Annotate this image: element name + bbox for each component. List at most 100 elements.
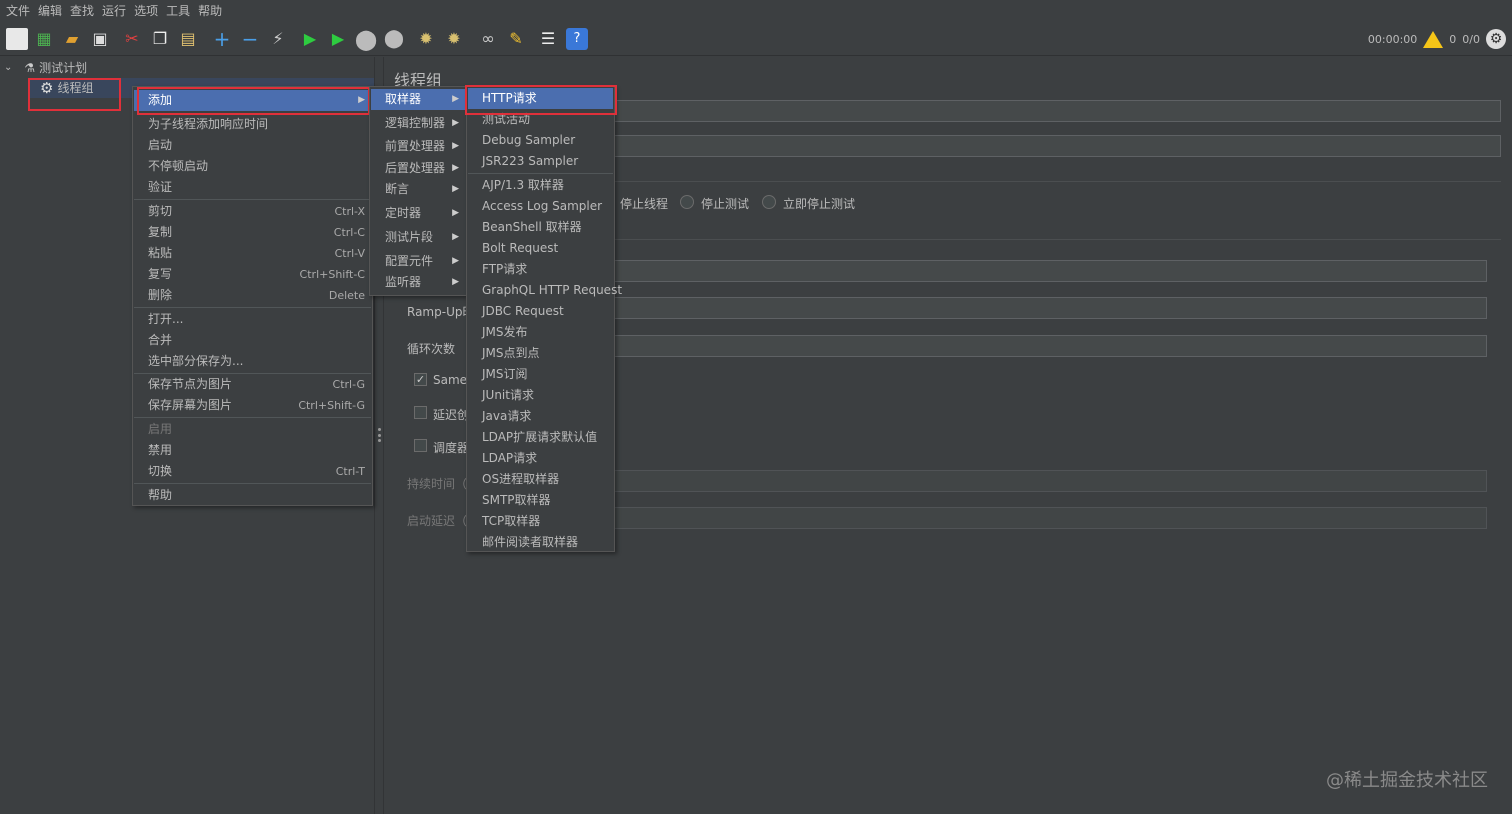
sampler-ldap-ext[interactable]: LDAP扩展请求默认值 <box>468 427 613 448</box>
radio-stop-test[interactable] <box>680 195 694 209</box>
sampler-junit[interactable]: JUnit请求 <box>468 385 613 406</box>
radio-stop-now[interactable] <box>762 195 776 209</box>
toggle-icon[interactable]: ⚡ <box>267 28 289 50</box>
sampler-jms-p2p[interactable]: JMS点到点 <box>468 343 613 364</box>
menu-item-copy[interactable]: 复制 Ctrl-C <box>134 222 371 243</box>
sampler-graphql[interactable]: GraphQL HTTP Request <box>468 280 622 301</box>
menu-item-label: Access Log Sampler <box>482 199 603 213</box>
submenu-item-config-element[interactable]: 配置元件 ▶ <box>371 251 465 272</box>
name-field[interactable] <box>610 100 1501 122</box>
menu-separator <box>134 307 371 308</box>
sampler-ftp[interactable]: FTP请求 <box>468 259 613 280</box>
menu-item-label: 邮件阅读者取样器 <box>482 535 579 549</box>
sampler-smtp[interactable]: SMTP取样器 <box>468 490 613 511</box>
sampler-tcp[interactable]: TCP取样器 <box>468 511 613 532</box>
threads-field[interactable] <box>610 260 1487 282</box>
menu-help[interactable]: 帮助 <box>194 0 226 22</box>
paste-icon[interactable]: ▤ <box>177 28 199 50</box>
sampler-bolt[interactable]: Bolt Request <box>468 238 613 259</box>
menu-item-merge[interactable]: 合并 <box>134 330 371 351</box>
scheduler-checkbox[interactable] <box>414 439 427 452</box>
open-icon[interactable]: ▰ <box>61 28 83 50</box>
drag-handle-icon[interactable] <box>378 428 381 442</box>
cut-icon[interactable]: ✂ <box>121 28 143 50</box>
menu-item-add-response-time[interactable]: 为子线程添加响应时间 <box>134 114 371 135</box>
menu-item-cut[interactable]: 剪切 Ctrl-X <box>134 201 371 222</box>
submenu-item-assertion[interactable]: 断言 ▶ <box>371 179 465 200</box>
sampler-debug[interactable]: Debug Sampler <box>468 130 613 151</box>
loop-field[interactable] <box>610 335 1487 357</box>
copy-icon[interactable]: ❐ <box>149 28 171 50</box>
arrow-right-icon: ▶ <box>452 94 459 104</box>
sampler-ajp[interactable]: AJP/1.3 取样器 <box>468 175 613 196</box>
duration-field[interactable] <box>610 470 1487 492</box>
search-icon[interactable]: ∞ <box>477 28 499 50</box>
menu-item-disable[interactable]: 禁用 <box>134 440 371 461</box>
menu-item-open[interactable]: 打开... <box>134 309 371 330</box>
collapse-icon[interactable]: − <box>239 28 261 50</box>
submenu-item-test-fragment[interactable]: 测试片段 ▶ <box>371 227 465 248</box>
new-icon[interactable] <box>6 28 28 50</box>
submenu-item-timer[interactable]: 定时器 ▶ <box>371 203 465 224</box>
same-user-checkbox[interactable]: ✓ <box>414 373 427 386</box>
delay-checkbox[interactable] <box>414 406 427 419</box>
menu-item-label: OS进程取样器 <box>482 472 560 486</box>
help-icon[interactable]: ? <box>566 28 588 50</box>
sampler-jsr223[interactable]: JSR223 Sampler <box>468 151 613 172</box>
sampler-mail-reader[interactable]: 邮件阅读者取样器 <box>468 532 613 553</box>
clear-icon[interactable]: ✹ <box>415 28 437 50</box>
menu-item-save-selection[interactable]: 选中部分保存为... <box>134 351 371 372</box>
start-no-pause-icon[interactable]: ▶ <box>327 28 349 50</box>
submenu-item-listener[interactable]: 监听器 ▶ <box>371 272 465 293</box>
menu-item-duplicate[interactable]: 复写 Ctrl+Shift-C <box>134 264 371 285</box>
sampler-jms-subscribe[interactable]: JMS订阅 <box>468 364 613 385</box>
sampler-java[interactable]: Java请求 <box>468 406 613 427</box>
timer: 00:00:00 <box>1367 32 1418 46</box>
menu-item-start-no-pause[interactable]: 不停顿启动 <box>134 156 371 177</box>
tree-root[interactable]: ⌄ ⚗ 测试计划 <box>4 58 87 78</box>
menu-item-validate[interactable]: 验证 <box>134 177 371 198</box>
chevron-down-icon[interactable]: ⌄ <box>4 58 12 78</box>
function-helper-icon[interactable]: ☰ <box>537 28 559 50</box>
menu-item-help[interactable]: 帮助 <box>134 485 371 506</box>
menu-run[interactable]: 运行 <box>98 0 130 22</box>
menu-item-paste[interactable]: 粘贴 Ctrl-V <box>134 243 371 264</box>
submenu-item-logic-controller[interactable]: 逻辑控制器 ▶ <box>371 113 465 134</box>
menu-search[interactable]: 查找 <box>66 0 98 22</box>
menu-tools[interactable]: 工具 <box>162 0 194 22</box>
shutdown-icon[interactable]: ⬤ <box>383 28 405 50</box>
comment-field[interactable] <box>610 135 1501 157</box>
submenu-item-post-processor[interactable]: 后置处理器 ▶ <box>371 158 465 179</box>
warning-icon[interactable] <box>1423 30 1444 48</box>
remote-gear-icon[interactable]: ⚙ <box>1486 29 1506 49</box>
sampler-beanshell[interactable]: BeanShell 取样器 <box>468 217 613 238</box>
stop-icon[interactable]: ⬤ <box>355 28 377 50</box>
sampler-ldap[interactable]: LDAP请求 <box>468 448 613 469</box>
menu-item-label: 选中部分保存为... <box>148 354 244 368</box>
templates-icon[interactable]: ▦ <box>33 28 55 50</box>
start-icon[interactable]: ▶ <box>299 28 321 50</box>
submenu-item-sampler[interactable]: 取样器 ▶ <box>371 89 465 110</box>
menu-file[interactable]: 文件 <box>2 0 34 22</box>
menu-edit[interactable]: 编辑 <box>34 0 66 22</box>
menu-item-delete[interactable]: 删除 Delete <box>134 285 371 306</box>
startup-delay-field[interactable] <box>610 507 1487 529</box>
highlight-box-thread-group <box>28 78 121 111</box>
clear-all-icon[interactable]: ✹ <box>443 28 465 50</box>
sampler-access-log[interactable]: Access Log Sampler <box>468 196 613 217</box>
menu-item-save-node-image[interactable]: 保存节点为图片 Ctrl-G <box>134 374 371 395</box>
sampler-os-process[interactable]: OS进程取样器 <box>468 469 613 490</box>
sampler-jms-publish[interactable]: JMS发布 <box>468 322 613 343</box>
ramp-up-field[interactable] <box>610 297 1487 319</box>
watermark: @稀土掘金技术社区 <box>1326 770 1488 791</box>
submenu-item-pre-processor[interactable]: 前置处理器 ▶ <box>371 136 465 157</box>
reset-search-icon[interactable]: ✎ <box>505 28 527 50</box>
menu-options[interactable]: 选项 <box>130 0 162 22</box>
sampler-jdbc[interactable]: JDBC Request <box>468 301 613 322</box>
expand-icon[interactable]: + <box>211 28 233 50</box>
menu-item-start[interactable]: 启动 <box>134 135 371 156</box>
menu-item-toggle[interactable]: 切换 Ctrl-T <box>134 461 371 482</box>
menu-item-label: 剪切 <box>148 204 173 218</box>
save-icon[interactable]: ▣ <box>89 28 111 50</box>
menu-item-save-screen-image[interactable]: 保存屏幕为图片 Ctrl+Shift-G <box>134 395 371 416</box>
